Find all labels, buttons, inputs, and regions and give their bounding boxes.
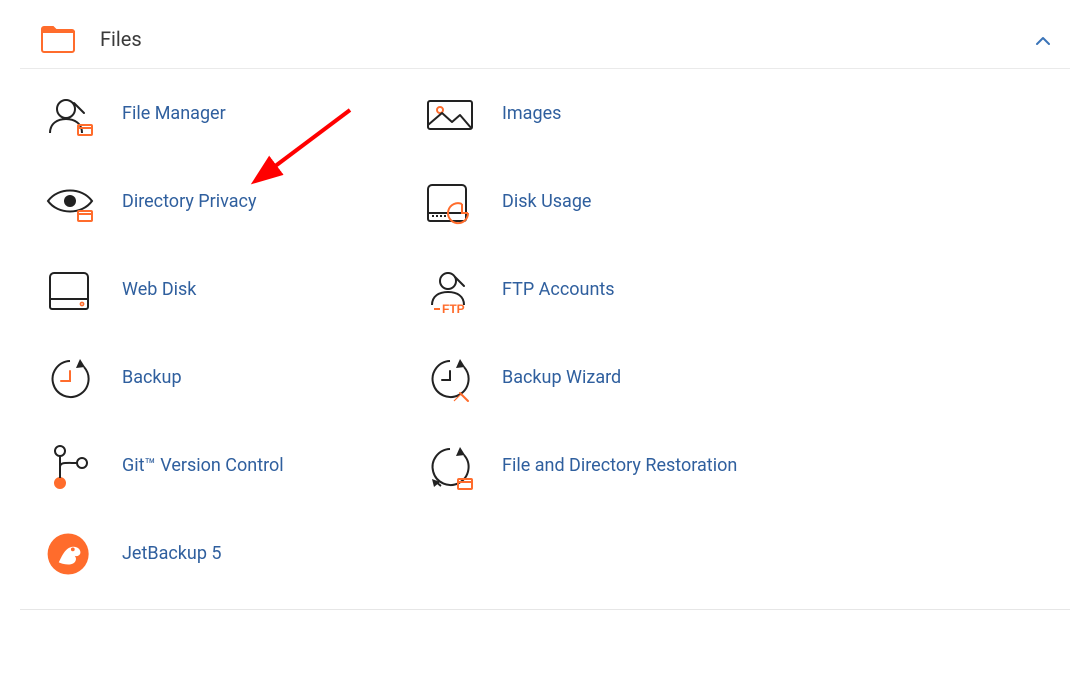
file-manager-icon (40, 89, 100, 139)
item-directory-privacy[interactable]: Directory Privacy (40, 177, 420, 227)
panel-title: Files (100, 27, 142, 51)
item-label: Web Disk (122, 278, 196, 301)
item-backup[interactable]: Backup (40, 353, 420, 403)
item-label: JetBackup 5 (122, 542, 222, 565)
backup-wizard-icon (420, 353, 480, 403)
files-panel: Files File Manager (20, 10, 1070, 610)
item-backup-wizard[interactable]: Backup Wizard (420, 353, 800, 403)
chevron-up-icon[interactable] (1034, 32, 1052, 50)
item-label: File Manager (122, 102, 226, 125)
item-git-version-control[interactable]: Git™ Version Control (40, 441, 420, 491)
svg-text:FTP: FTP (442, 302, 465, 315)
item-label: Backup (122, 366, 182, 389)
file-directory-restoration-icon (420, 441, 480, 491)
item-label: Directory Privacy (122, 190, 256, 213)
item-web-disk[interactable]: Web Disk (40, 265, 420, 315)
git-icon (40, 441, 100, 491)
item-label: File and Directory Restoration (502, 454, 737, 477)
folder-icon (40, 24, 76, 54)
disk-usage-icon (420, 177, 480, 227)
item-label: Disk Usage (502, 190, 591, 213)
item-label: FTP Accounts (502, 278, 615, 301)
item-file-manager[interactable]: File Manager (40, 89, 420, 139)
item-label: Images (502, 102, 561, 125)
item-disk-usage[interactable]: Disk Usage (420, 177, 800, 227)
item-ftp-accounts[interactable]: FTP FTP Accounts (420, 265, 800, 315)
item-label: Git™ Version Control (122, 454, 284, 477)
item-file-directory-restoration[interactable]: File and Directory Restoration (420, 441, 800, 491)
item-label: Backup Wizard (502, 366, 621, 389)
panel-header[interactable]: Files (20, 10, 1070, 69)
directory-privacy-icon (40, 177, 100, 227)
ftp-accounts-icon: FTP (420, 265, 480, 315)
images-icon (420, 89, 480, 139)
jetbackup-icon (40, 529, 100, 579)
item-images[interactable]: Images (420, 89, 800, 139)
panel-body: File Manager Images (20, 69, 1070, 609)
web-disk-icon (40, 265, 100, 315)
backup-icon (40, 353, 100, 403)
item-jetbackup-5[interactable]: JetBackup 5 (40, 529, 420, 579)
